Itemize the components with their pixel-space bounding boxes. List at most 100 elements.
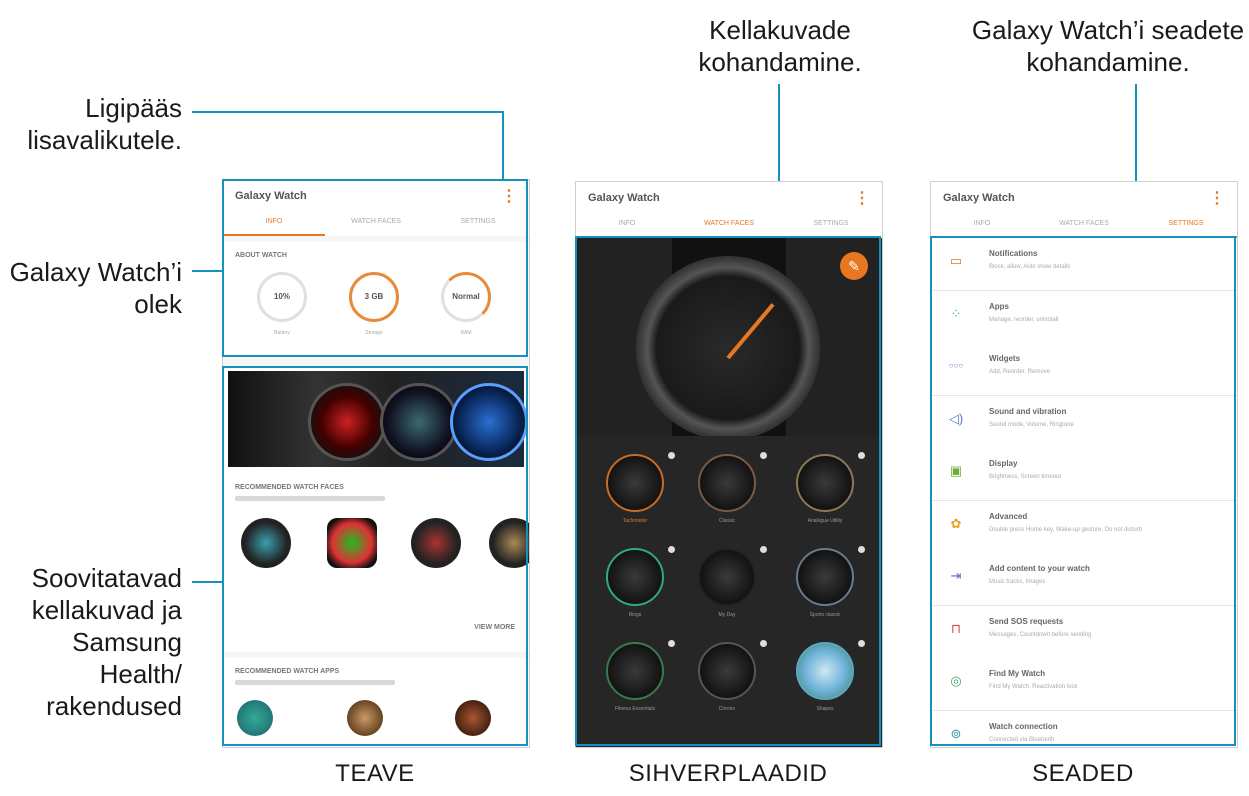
watch-face-thumb[interactable] xyxy=(606,642,664,700)
widgets-icon: ○○○ xyxy=(948,361,964,370)
banner-watch-image xyxy=(308,383,386,461)
settings-item-title: Apps xyxy=(989,301,1009,311)
app-bar: Galaxy Watch ⋮ INFO WATCH FACES SETTINGS xyxy=(931,182,1237,238)
app-bar: Galaxy Watch ⋮ INFO WATCH FACES SETTINGS xyxy=(576,182,882,238)
tab-info[interactable]: INFO xyxy=(576,212,678,238)
annotation-line: lisavalikutele. xyxy=(27,125,182,155)
apps-icon: ⁘ xyxy=(950,305,962,321)
more-options-icon[interactable]: ⋮ xyxy=(854,188,870,208)
recommended-apps-card: RECOMMENDED WATCH APPS xyxy=(223,658,529,747)
settings-item[interactable]: ○○○ Widgets Add, Reorder, Remove xyxy=(931,343,1237,396)
annotation-recommended: Soovitatavad kellakuvad ja Samsung Healt… xyxy=(0,562,182,722)
clock-badge-icon xyxy=(760,546,767,553)
recommended-face-thumb[interactable] xyxy=(327,518,377,568)
clock-badge-icon xyxy=(760,452,767,459)
watch-face-thumb[interactable] xyxy=(606,548,664,606)
ram-ring[interactable]: Normal xyxy=(441,272,491,322)
watch-preview-image[interactable] xyxy=(636,256,820,440)
settings-item[interactable]: ◁) Sound and vibration Sound mode, Volume,… xyxy=(931,395,1237,449)
watch-face-thumb[interactable] xyxy=(796,454,854,512)
find-watch-icon: ◎ xyxy=(950,673,962,688)
watch-face-label: Sports classic xyxy=(809,612,841,618)
tab-watch-faces[interactable]: WATCH FACES xyxy=(678,212,780,238)
view-more-button[interactable]: VIEW MORE xyxy=(474,624,515,631)
banner-watch-image xyxy=(380,383,458,461)
more-options-icon[interactable]: ⋮ xyxy=(501,186,517,206)
tab-watch-faces[interactable]: WATCH FACES xyxy=(325,210,427,236)
phone-info: Galaxy Watch ⋮ INFO WATCH FACES SETTINGS… xyxy=(222,179,530,748)
settings-item[interactable]: ⁘ Apps Manage, reorder, uninstall xyxy=(931,290,1237,344)
clock-badge-icon xyxy=(858,640,865,647)
settings-item[interactable]: ⊓ Send SOS requests Messages, Countdown be… xyxy=(931,605,1237,659)
tab-bar: INFO WATCH FACES SETTINGS xyxy=(931,212,1237,238)
clock-badge-icon xyxy=(668,546,675,553)
watch-face-thumb[interactable] xyxy=(796,642,854,700)
recommended-app-icon[interactable] xyxy=(347,700,383,736)
promo-banner[interactable] xyxy=(228,371,528,467)
settings-item-title: Sound and vibration xyxy=(989,406,1067,416)
settings-item-subtitle: Manage, reorder, uninstall xyxy=(989,316,1059,323)
annotation-customize-faces: Kellakuvade kohandamine. xyxy=(660,14,900,78)
section-subtitle xyxy=(235,680,395,685)
app-bar: Galaxy Watch ⋮ INFO WATCH FACES SETTINGS xyxy=(223,180,529,236)
settings-item-title: Add content to your watch xyxy=(989,564,1090,573)
recommended-app-icon[interactable] xyxy=(455,700,491,736)
tab-bar: INFO WATCH FACES SETTINGS xyxy=(223,210,529,236)
tab-info[interactable]: INFO xyxy=(931,212,1033,238)
annotation-customize-settings: Galaxy Watch’i seadete kohandamine. xyxy=(970,14,1246,78)
battery-ring[interactable]: 10% xyxy=(257,272,307,322)
phone-settings: Galaxy Watch ⋮ INFO WATCH FACES SETTINGS… xyxy=(930,181,1238,748)
settings-item-title: Watch connection xyxy=(989,721,1058,731)
ram-label: RAM xyxy=(460,330,472,336)
callout-line-status xyxy=(192,270,222,272)
tab-info[interactable]: INFO xyxy=(223,210,325,236)
watch-face-thumb[interactable] xyxy=(698,548,756,606)
tab-settings[interactable]: SETTINGS xyxy=(427,210,529,236)
recommended-app-icon[interactable] xyxy=(237,700,273,736)
settings-item[interactable]: ▭ Notifications Block, allow, Auto show de… xyxy=(931,238,1237,291)
notifications-icon: ▭ xyxy=(949,253,963,268)
sound-icon: ◁) xyxy=(948,410,964,426)
annotation-line: Galaxy Watch’i seadete xyxy=(971,15,1245,45)
annotation-line: rakendused xyxy=(46,691,182,721)
callout-line-more-v xyxy=(502,111,504,179)
recommended-face-thumb[interactable] xyxy=(489,518,529,568)
clock-badge-icon xyxy=(668,640,675,647)
settings-item-title: Display xyxy=(989,459,1018,468)
tab-settings[interactable]: SETTINGS xyxy=(1135,212,1237,238)
settings-item-title: Advanced xyxy=(989,511,1028,521)
tab-settings[interactable]: SETTINGS xyxy=(780,212,882,238)
recommended-face-thumb[interactable] xyxy=(241,518,291,568)
tab-bar: INFO WATCH FACES SETTINGS xyxy=(576,212,882,238)
annotation-more-options: Ligipääs lisavalikutele. xyxy=(0,92,182,156)
more-options-icon[interactable]: ⋮ xyxy=(1209,188,1225,208)
settings-item-subtitle: Find My Watch, Reactivation lock xyxy=(989,684,1078,690)
watch-faces-grid: Tachimeter Classic Analogue Utility Rings My… xyxy=(576,436,882,747)
settings-item-title: Find My Watch xyxy=(989,669,1046,678)
section-title: ABOUT WATCH xyxy=(235,252,287,259)
sos-icon: ⊓ xyxy=(950,620,962,636)
watch-face-label: Fitness Essentials xyxy=(614,706,656,712)
watch-face-thumb[interactable] xyxy=(698,454,756,512)
annotation-line: Galaxy Watch’i xyxy=(9,257,182,287)
clock-badge-icon xyxy=(858,546,865,553)
settings-item[interactable]: ⊚ Watch connection Connected via Bluetooth xyxy=(931,710,1237,747)
tab-watch-faces[interactable]: WATCH FACES xyxy=(1033,212,1135,238)
recommended-face-thumb[interactable] xyxy=(411,518,461,568)
settings-item[interactable]: ⇥ Add content to your watch Music tracks, … xyxy=(931,553,1237,606)
settings-item-subtitle: Messages, Countdown before sending xyxy=(989,631,1092,638)
customize-watch-face-icon[interactable]: ✎ xyxy=(840,252,868,280)
advanced-icon: ✿ xyxy=(950,515,962,531)
settings-list: ▭ Notifications Block, allow, Auto show de… xyxy=(931,238,1237,747)
settings-item[interactable]: ✿ Advanced Double press Home key, Wake-up … xyxy=(931,500,1237,554)
clock-badge-icon xyxy=(668,452,675,459)
settings-item[interactable]: ▣ Display Brightness, Screen timeout xyxy=(931,448,1237,501)
storage-ring[interactable]: 3 GB xyxy=(349,272,399,322)
watch-face-thumb[interactable] xyxy=(698,642,756,700)
settings-item-subtitle: Music tracks, Images xyxy=(989,579,1046,585)
annotation-line: olek xyxy=(134,289,182,319)
settings-item[interactable]: ◎ Find My Watch Find My Watch, Reactivatio… xyxy=(931,658,1237,711)
watch-face-thumb[interactable] xyxy=(796,548,854,606)
watch-face-thumb[interactable] xyxy=(606,454,664,512)
display-icon: ▣ xyxy=(949,463,963,478)
